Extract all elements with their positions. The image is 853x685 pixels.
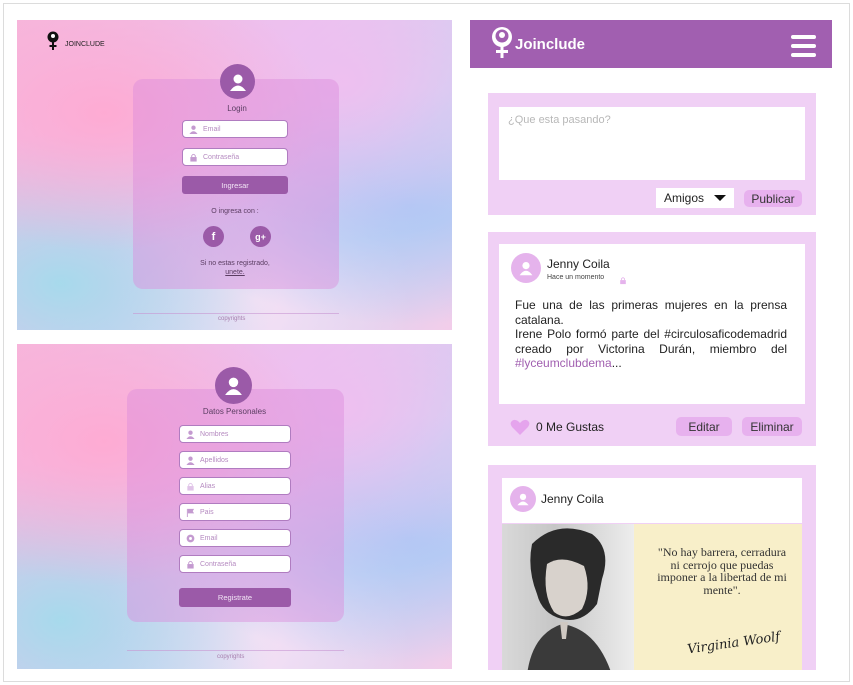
quote-text: "No hay barrera, cerradura ni cerrojo qu…	[657, 545, 787, 597]
post-card: Jenny Coila Hace un momento Fue una de l…	[488, 232, 816, 446]
facebook-icon: f	[211, 230, 216, 243]
composer-placeholder: ¿Que esta pasando?	[508, 114, 611, 126]
register-button[interactable]: Registrate	[179, 588, 291, 607]
post-header: Jenny Coila	[502, 478, 802, 523]
avatar	[510, 486, 536, 512]
post-text: Fue una de las primeras mujeres en la pr…	[515, 298, 787, 370]
facebook-button[interactable]: f	[203, 226, 224, 247]
app-header: Joinclude	[470, 20, 832, 68]
brand-name: JOINCLUDE	[65, 41, 105, 48]
alt-login-label: O ingresa con :	[211, 208, 259, 215]
post-time: Hace un momento	[547, 274, 605, 281]
post-author[interactable]: Jenny Coila	[541, 492, 604, 506]
copyright: copyrights	[217, 654, 245, 660]
email-field[interactable]: Email	[179, 529, 291, 547]
avatar	[215, 367, 252, 404]
user-icon	[186, 456, 195, 465]
audience-select[interactable]: Amigos	[656, 188, 734, 208]
email-field[interactable]: Email	[182, 120, 288, 138]
register-title: Datos Personales	[202, 407, 267, 416]
register-panel: Datos Personales Nombres Apellidos Alias…	[17, 344, 452, 669]
first-name-field[interactable]: Nombres	[179, 425, 291, 443]
composer: ¿Que esta pasando? Amigos Publicar	[488, 93, 816, 215]
post-body: Jenny Coila Hace un momento Fue una de l…	[499, 244, 805, 404]
lock-icon	[619, 272, 627, 290]
heart-icon	[510, 419, 530, 441]
portrait-photo	[502, 524, 634, 670]
login-panel: JOINCLUDE Login Email Contraseña Ingresa…	[17, 20, 452, 330]
at-icon	[186, 534, 195, 543]
footer-divider	[133, 313, 339, 314]
password-field[interactable]: Contraseña	[182, 148, 288, 166]
publish-button[interactable]: Publicar	[744, 190, 802, 207]
login-button[interactable]: Ingresar	[182, 176, 288, 194]
logo-icon	[46, 31, 60, 51]
logo-icon	[490, 26, 514, 60]
post-author[interactable]: Jenny Coila	[547, 257, 610, 271]
like-count: 0 Me Gustas	[536, 420, 605, 434]
alias-field[interactable]: Alias	[179, 477, 291, 495]
post-card: Jenny Coila "No hay barrera, cerradura n…	[488, 465, 816, 670]
like-button[interactable]: 0 Me Gustas	[510, 417, 620, 437]
country-field[interactable]: Pais	[179, 503, 291, 521]
edit-button[interactable]: Editar	[676, 417, 732, 436]
lock-icon	[186, 560, 195, 569]
user-icon	[189, 125, 198, 134]
feed-panel: Joinclude ¿Que esta pasando? Amigos Publ…	[470, 20, 832, 670]
flag-icon	[186, 508, 195, 517]
delete-button[interactable]: Eliminar	[742, 417, 802, 436]
copyright: copyrights	[218, 316, 246, 322]
login-title: Login	[227, 104, 247, 113]
register-link[interactable]: unete.	[187, 269, 283, 276]
caret-down-icon	[714, 195, 726, 201]
last-name-field[interactable]: Apellidos	[179, 451, 291, 469]
avatar	[220, 64, 255, 99]
post-image: "No hay barrera, cerradura ni cerrojo qu…	[502, 524, 802, 670]
register-prompt: Si no estas registrado,	[200, 260, 270, 267]
lock-icon	[189, 153, 198, 162]
footer-divider	[127, 650, 344, 651]
hamburger-menu-icon[interactable]	[791, 35, 816, 57]
user-icon	[186, 430, 195, 439]
signature: Virginia Woolf	[686, 629, 782, 658]
google-plus-icon: g+	[255, 231, 266, 242]
google-plus-button[interactable]: g+	[250, 226, 271, 247]
composer-input[interactable]: ¿Que esta pasando?	[499, 107, 805, 180]
password-field[interactable]: Contraseña	[179, 555, 291, 573]
hashtag-link[interactable]: #lyceumclubdema	[515, 356, 612, 370]
lock-icon	[186, 482, 195, 491]
brand-name: Joinclude	[515, 36, 586, 53]
avatar	[511, 253, 541, 283]
